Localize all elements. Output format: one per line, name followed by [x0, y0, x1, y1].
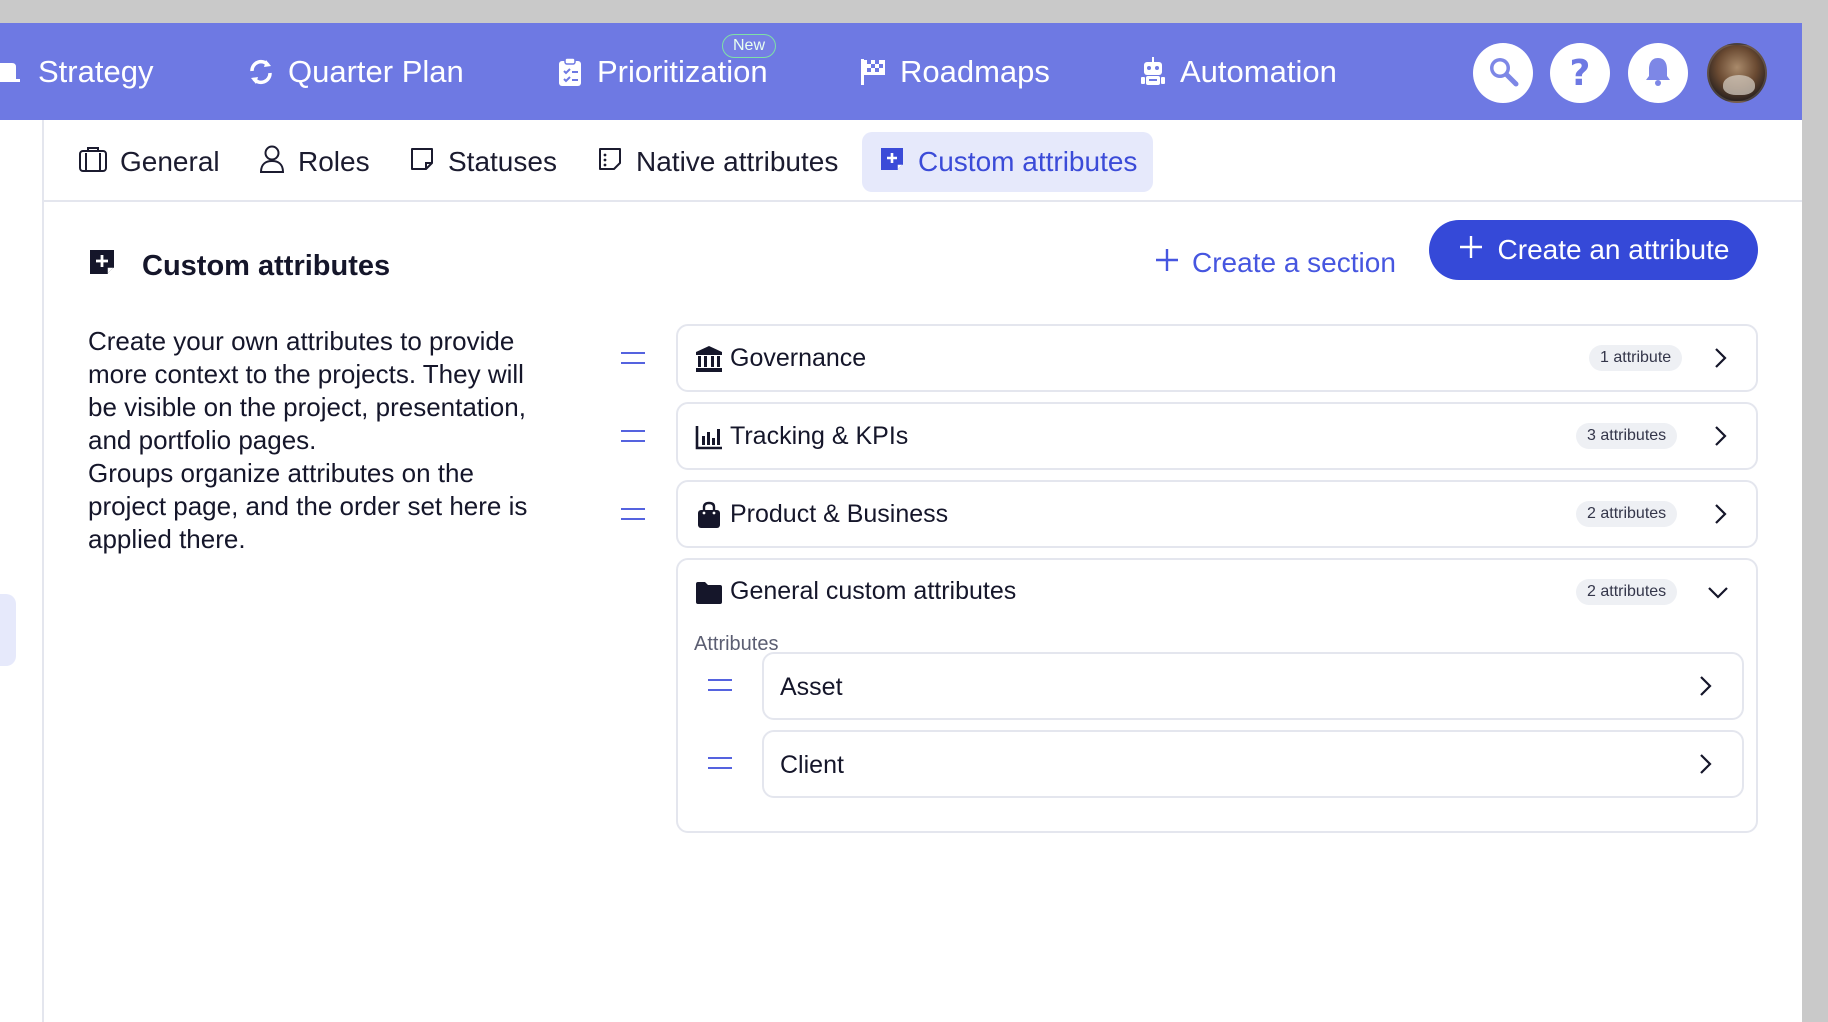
help-button[interactable]: ? — [1550, 43, 1610, 103]
bell-icon — [1643, 55, 1673, 92]
clipboard-check-icon — [555, 56, 585, 87]
plus-icon — [1458, 234, 1484, 267]
tab-roles[interactable]: Roles — [242, 132, 386, 192]
tab-general[interactable]: General — [62, 132, 236, 192]
chevron-right-icon[interactable] — [1694, 753, 1716, 775]
attribute-name: Client — [780, 751, 844, 779]
new-badge: New — [722, 34, 777, 58]
drag-handle[interactable] — [708, 679, 732, 691]
section-name: Product & Business — [730, 499, 949, 528]
user-icon — [258, 144, 286, 181]
search-icon — [1486, 54, 1520, 93]
robot-icon — [1138, 56, 1168, 87]
left-sidebar — [0, 120, 44, 1022]
top-navigation: Strategy Quarter Plan Prioritization New… — [0, 23, 1802, 120]
description-paragraph: Create your own attributes to provide mo… — [88, 326, 526, 455]
nav-item-quarter-plan[interactable]: Quarter Plan — [246, 23, 464, 120]
nav-item-roadmaps[interactable]: Roadmaps — [858, 23, 1050, 120]
tab-statuses[interactable]: Statuses — [392, 132, 573, 192]
create-section-label: Create a section — [1192, 247, 1396, 278]
nav-item-label: Quarter Plan — [288, 53, 464, 89]
attribute-name: Asset — [780, 673, 843, 701]
tab-label: Native attributes — [636, 146, 839, 177]
attribute-count-badge: 3 attributes — [1576, 423, 1678, 449]
search-button[interactable] — [1473, 43, 1533, 103]
checkered-flag-icon — [858, 57, 888, 87]
description: Create your own attributes to provide mo… — [88, 325, 548, 556]
nav-item-automation[interactable]: Automation — [1138, 23, 1337, 120]
attribute-row-asset[interactable]: Asset — [762, 652, 1744, 720]
shopping-bag-icon — [694, 500, 724, 530]
section-name: Tracking & KPIs — [730, 421, 909, 450]
chevron-right-icon[interactable] — [1709, 425, 1731, 447]
user-avatar[interactable] — [1707, 43, 1767, 103]
chevron-right-icon[interactable] — [1709, 347, 1731, 369]
attribute-count-badge: 2 attributes — [1576, 501, 1678, 527]
create-section-button[interactable]: Create a section — [1154, 235, 1396, 291]
nav-item-label: Roadmaps — [900, 53, 1050, 89]
attributes-label: Attributes — [694, 633, 779, 655]
create-attribute-label: Create an attribute — [1497, 234, 1730, 265]
sidebar-collapse-tab[interactable] — [0, 594, 16, 666]
plus-icon — [1154, 247, 1180, 280]
refresh-cycle-icon — [246, 57, 276, 87]
section-card-product-business[interactable]: Product & Business 2 attributes — [676, 480, 1758, 548]
page-title: Custom attributes — [88, 248, 390, 284]
tab-label: Custom attributes — [918, 146, 1138, 177]
section-name: General custom attributes — [730, 577, 1017, 605]
tab-label: General — [120, 146, 220, 177]
chevron-down-icon[interactable] — [1707, 581, 1729, 603]
drag-handle[interactable] — [621, 430, 645, 442]
tab-label: Roles — [298, 146, 370, 177]
sticky-note-icon — [408, 145, 436, 180]
attribute-count-badge: 1 attribute — [1589, 345, 1683, 371]
section-card-general-custom-attributes: General custom attributes 2 attributes A… — [676, 558, 1758, 833]
tab-label: Statuses — [448, 146, 557, 177]
nav-item-strategy[interactable]: Strategy — [0, 23, 153, 120]
notifications-button[interactable] — [1628, 43, 1688, 103]
chevron-right-icon[interactable] — [1694, 675, 1716, 697]
chevron-right-icon[interactable] — [1709, 503, 1731, 525]
drag-handle[interactable] — [621, 352, 645, 364]
nav-item-label: Strategy — [38, 53, 154, 89]
settings-tabs: General Roles Statuses Native attributes… — [44, 120, 1802, 202]
note-plus-icon — [878, 145, 906, 180]
attribute-count-badge: 2 attributes — [1576, 579, 1678, 605]
bar-chart-icon — [694, 422, 724, 452]
page-title-text: Custom attributes — [142, 249, 391, 282]
strategy-icon — [0, 57, 26, 87]
attribute-row-client[interactable]: Client — [762, 730, 1744, 798]
app-window: Strategy Quarter Plan Prioritization New… — [0, 23, 1802, 1022]
window-top-strip — [0, 0, 1828, 23]
drag-handle[interactable] — [621, 508, 645, 520]
tab-custom-attributes[interactable]: Custom attributes — [862, 132, 1154, 192]
window-right-gutter — [1802, 23, 1828, 1022]
section-card-tracking-kpis[interactable]: Tracking & KPIs 3 attributes — [676, 402, 1758, 470]
section-card-governance[interactable]: Governance 1 attribute — [676, 324, 1758, 392]
nav-item-label: Prioritization — [597, 53, 768, 89]
briefcase-icon — [78, 145, 108, 180]
bank-icon — [694, 344, 724, 374]
note-plus-icon — [88, 248, 116, 284]
nav-item-label: Automation — [1180, 53, 1337, 89]
drag-handle[interactable] — [708, 757, 732, 769]
tab-native-attributes[interactable]: Native attributes — [580, 132, 854, 192]
folder-icon — [694, 578, 724, 608]
dashed-note-icon — [596, 145, 624, 180]
section-name: Governance — [730, 343, 867, 372]
description-paragraph: Groups organize attributes on the projec… — [88, 458, 528, 554]
create-attribute-button[interactable]: Create an attribute — [1429, 220, 1758, 280]
question-mark-icon: ? — [1569, 52, 1591, 94]
